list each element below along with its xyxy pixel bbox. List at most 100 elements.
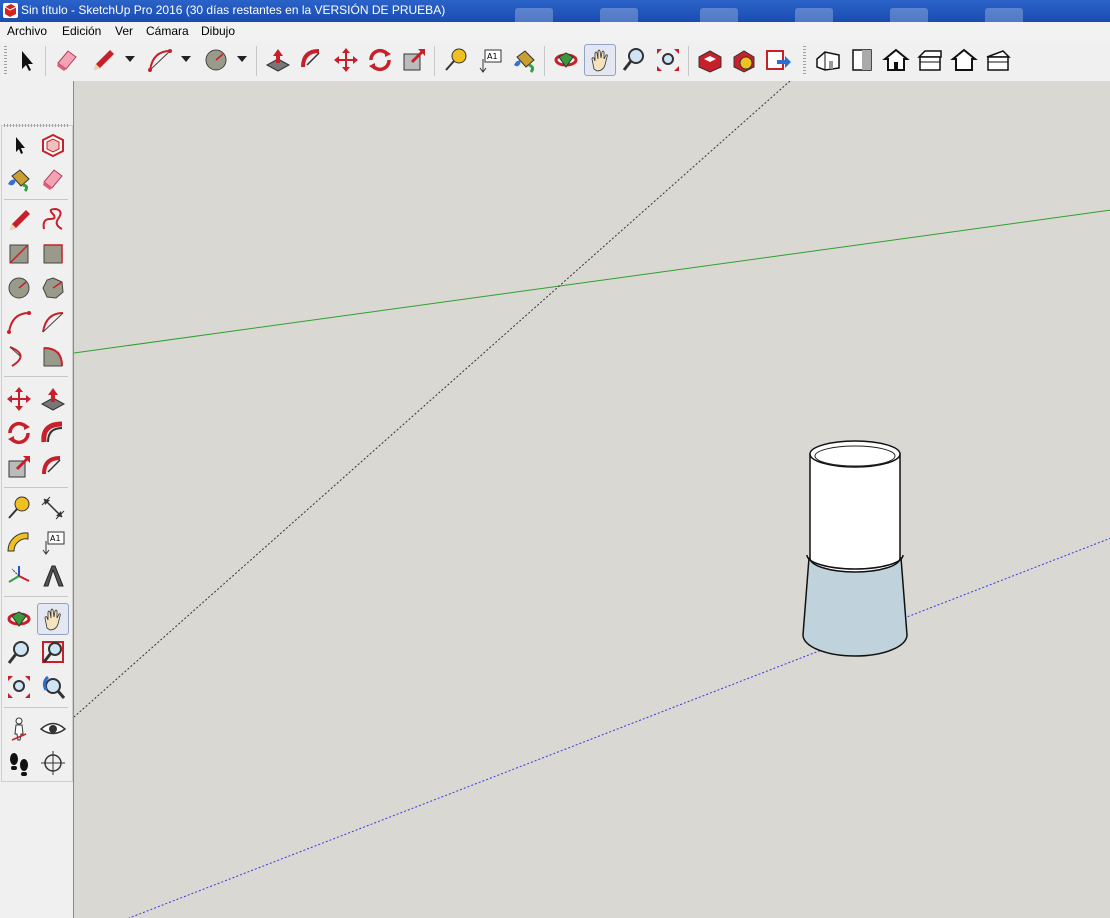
menu-ver[interactable]: Ver xyxy=(115,24,133,38)
palette-line-button[interactable] xyxy=(4,205,34,235)
palette-walk-button[interactable] xyxy=(4,748,34,778)
zoom-tool-button[interactable] xyxy=(619,45,649,75)
palette-offset-button[interactable] xyxy=(38,452,68,482)
palette-separator xyxy=(4,376,68,377)
tape-measure-tool-button[interactable] xyxy=(441,45,471,75)
arc-tool-button[interactable] xyxy=(145,45,175,75)
menu-dibujo[interactable]: Dibujo xyxy=(201,24,235,38)
line-tool-button[interactable] xyxy=(88,45,118,75)
send-to-layout-button[interactable] xyxy=(763,45,793,75)
paint-bucket-icon xyxy=(514,50,535,73)
rectangle-icon xyxy=(9,244,29,264)
pencil-icon xyxy=(94,50,114,70)
cylinder-object xyxy=(802,440,908,657)
three-point-arc-icon xyxy=(9,346,22,367)
palette-orbit-button[interactable] xyxy=(4,604,34,634)
scale-tool-button[interactable] xyxy=(399,45,429,75)
polygon-icon xyxy=(42,277,64,299)
palette-circle-button[interactable] xyxy=(4,273,34,303)
palette-select-button[interactable] xyxy=(4,130,34,160)
rotate-tool-button[interactable] xyxy=(365,45,395,75)
footprints-icon xyxy=(10,753,28,776)
taskbar-ghost xyxy=(890,8,928,22)
palette-pan-button[interactable] xyxy=(37,603,69,635)
arc-icon xyxy=(148,49,172,72)
palette-position-camera-button[interactable] xyxy=(4,714,34,744)
palette-text-button[interactable]: A1 xyxy=(38,527,68,557)
pan-tool-button[interactable] xyxy=(584,44,616,76)
toolbar-grip[interactable] xyxy=(4,46,7,76)
palette-rotate-button[interactable] xyxy=(4,418,34,448)
palette-push-pull-button[interactable] xyxy=(38,384,68,414)
back-view-button[interactable] xyxy=(949,45,979,75)
palette-zoom-extents-button[interactable] xyxy=(4,672,34,702)
chevron-down-icon[interactable] xyxy=(125,56,135,62)
front-view-button[interactable] xyxy=(847,45,877,75)
menu-archivo[interactable]: Archivo xyxy=(7,24,47,38)
chevron-down-icon[interactable] xyxy=(181,56,191,62)
extension-warehouse-button[interactable] xyxy=(729,45,759,75)
eraser-tool-button[interactable] xyxy=(52,45,82,75)
title-bar: Sin título - SketchUp Pro 2016 (30 días … xyxy=(0,0,1110,22)
scene-canvas[interactable] xyxy=(74,81,1110,918)
palette-freehand-button[interactable] xyxy=(38,205,68,235)
3d-text-icon xyxy=(43,565,64,587)
palette-separator xyxy=(4,707,68,708)
palette-move-button[interactable] xyxy=(4,384,34,414)
palette-eraser-button[interactable] xyxy=(38,164,68,194)
orbit-tool-button[interactable] xyxy=(551,45,581,75)
circle-tool-button[interactable] xyxy=(201,45,231,75)
menu-bar: Archivo Edición Ver Cámara Dibujo xyxy=(0,22,1110,41)
iso-view-button[interactable] xyxy=(813,45,843,75)
follow-me-icon xyxy=(41,421,63,443)
palette-tape-measure-button[interactable] xyxy=(4,493,34,523)
toolbar-separator xyxy=(45,46,46,76)
move-tool-button[interactable] xyxy=(331,45,361,75)
eraser-icon xyxy=(57,50,77,71)
paint-bucket-tool-button[interactable] xyxy=(509,45,539,75)
text-tool-button[interactable]: A1 xyxy=(475,45,505,75)
palette-axes-button[interactable] xyxy=(4,561,34,591)
chevron-down-icon[interactable] xyxy=(237,56,247,62)
palette-protractor-button[interactable] xyxy=(4,527,34,557)
toolbar-grip[interactable] xyxy=(803,46,806,76)
house-front-icon xyxy=(852,49,872,71)
svg-text:A1: A1 xyxy=(487,52,498,61)
palette-two-point-arc-button[interactable] xyxy=(38,307,68,337)
palette-dimension-button[interactable] xyxy=(38,493,68,523)
menu-edicion[interactable]: Edición xyxy=(62,24,101,38)
freehand-icon xyxy=(42,207,63,230)
palette-rotated-rectangle-button[interactable] xyxy=(38,239,68,269)
palette-zoom-button[interactable] xyxy=(4,638,34,668)
palette-make-component-button[interactable] xyxy=(38,130,68,160)
push-pull-tool-button[interactable] xyxy=(263,45,293,75)
palette-3d-text-button[interactable] xyxy=(38,561,68,591)
select-tool-button[interactable] xyxy=(12,45,42,75)
palette-three-point-arc-button[interactable] xyxy=(4,341,34,371)
pan-hand-icon xyxy=(44,608,61,631)
palette-grip[interactable] xyxy=(4,124,68,127)
left-view-button[interactable] xyxy=(983,45,1013,75)
follow-me-tool-button[interactable] xyxy=(297,45,327,75)
tape-measure-icon xyxy=(8,496,30,519)
menu-camara[interactable]: Cámara xyxy=(146,24,189,38)
palette-follow-me-button[interactable] xyxy=(38,418,68,448)
zoom-extents-tool-button[interactable] xyxy=(653,45,683,75)
palette-polygon-button[interactable] xyxy=(38,273,68,303)
palette-previous-view-button[interactable] xyxy=(38,672,68,702)
palette-pie-button[interactable] xyxy=(38,341,68,371)
palette-arc-button[interactable] xyxy=(4,307,34,337)
right-view-button[interactable] xyxy=(915,45,945,75)
palette-section-plane-button[interactable] xyxy=(38,748,68,778)
palette-look-around-button[interactable] xyxy=(38,714,68,744)
green-axis-line xyxy=(74,209,1110,354)
palette-scale-button[interactable] xyxy=(4,452,34,482)
3d-warehouse-button[interactable] xyxy=(695,45,725,75)
modeling-viewport[interactable] xyxy=(73,81,1110,918)
palette-paint-bucket-button[interactable] xyxy=(4,164,34,194)
magnifier-icon xyxy=(622,48,644,71)
top-view-button[interactable] xyxy=(881,45,911,75)
cylinder-inner-rim xyxy=(814,445,896,467)
palette-zoom-window-button[interactable] xyxy=(38,638,68,668)
palette-rectangle-button[interactable] xyxy=(4,239,34,269)
